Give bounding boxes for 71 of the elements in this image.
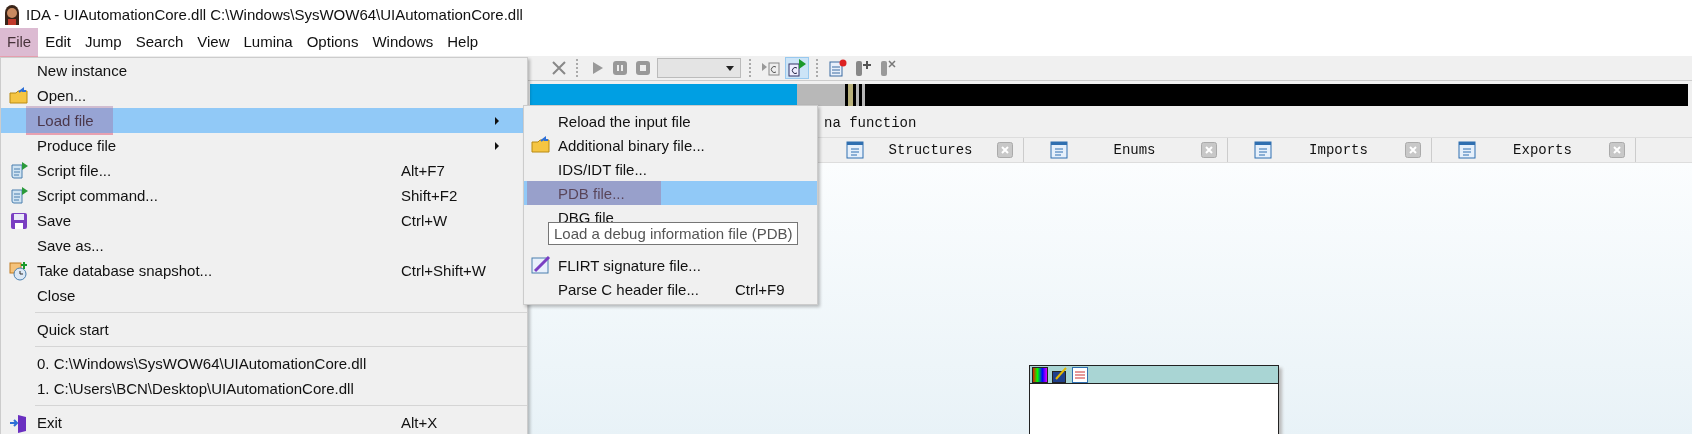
tooltip: Load a debug information file (PDB) [548, 222, 799, 245]
menu-item[interactable]: IDS/IDT file... [524, 157, 817, 181]
shortcut-text: Ctrl+W [401, 212, 449, 229]
menu-item[interactable]: Take database snapshot... Ctrl+Shift+W [1, 258, 527, 283]
menu-bar-item[interactable]: Search [128, 28, 191, 56]
window-title: IDA - UIAutomationCore.dll C:\Windows\SysWOW64\UIAutomationCore.dll [26, 5, 523, 23]
shortcut-text: Ctrl+Shift+W [401, 262, 488, 279]
status-text: na function [824, 115, 917, 131]
submenu-arrow-icon [495, 116, 499, 125]
menu-item[interactable]: Save as... [1, 233, 527, 258]
tab[interactable]: Imports [1228, 138, 1432, 162]
breakpoint-list-icon[interactable] [828, 58, 848, 78]
pen-icon [531, 255, 551, 275]
menu-bar-item[interactable]: Edit [38, 28, 79, 56]
shortcut-text: Alt+X [401, 414, 439, 431]
close-icon[interactable] [550, 59, 568, 77]
menu-item[interactable]: 1. C:\Users\BCN\Desktop\UIAutomationCore.dll [1, 376, 527, 401]
door-icon [9, 412, 29, 433]
close-icon[interactable] [997, 142, 1013, 158]
tab[interactable]: Enums [1024, 138, 1228, 162]
menu-bar-item[interactable]: Lumina [236, 28, 300, 56]
menu-bar-item[interactable]: View [190, 28, 237, 56]
menu-item[interactable]: Exit Alt+X [1, 410, 527, 434]
submenu-arrow-icon [495, 141, 499, 150]
menu-bar-item[interactable]: Options [299, 28, 366, 56]
menu-item[interactable]: Produce file [1, 133, 527, 158]
scroll-icon [9, 185, 29, 206]
shortcut-text: Shift+F2 [401, 187, 459, 204]
close-icon[interactable] [1201, 142, 1217, 158]
menu-item[interactable]: Parse C header file... Ctrl+F9 [524, 277, 817, 301]
add-breakpoint-icon[interactable] [853, 58, 873, 78]
menu-item[interactable]: Script file... Alt+F7 [1, 158, 527, 183]
scroll-icon [9, 160, 29, 181]
annotation-highlight [0, 28, 39, 58]
close-icon[interactable] [1609, 142, 1625, 158]
pause-icon[interactable] [611, 59, 629, 77]
clock-plus-icon [9, 260, 29, 281]
menu-item[interactable]: 0. C:\Windows\SysWOW64\UIAutomationCore.dll [1, 351, 527, 376]
app-logo-icon [2, 3, 22, 25]
edit-icon[interactable] [1052, 367, 1068, 383]
shortcut-text: Alt+F7 [401, 162, 446, 179]
menu-bar-item[interactable]: File [0, 28, 39, 56]
menu-item[interactable]: Reload the input file [524, 109, 817, 133]
menu-item[interactable]: Script command... Shift+F2 [1, 183, 527, 208]
run-icon[interactable] [786, 58, 808, 78]
tab[interactable]: Structures [820, 138, 1024, 162]
navigation-band[interactable] [530, 84, 1688, 106]
tab[interactable]: Exports [1432, 138, 1636, 162]
stop-icon[interactable] [634, 59, 652, 77]
menu-item[interactable]: Quick start [1, 317, 527, 342]
menu-item[interactable]: Save Ctrl+W [1, 208, 527, 233]
close-icon[interactable] [1405, 142, 1421, 158]
menu-item[interactable]: Additional binary file... [524, 133, 817, 157]
window-icon [1458, 141, 1476, 159]
menu-bar-item[interactable]: Windows [365, 28, 441, 56]
folder-icon [9, 86, 29, 105]
menu-bar-item[interactable]: Help [440, 28, 486, 56]
graph-layout-icon[interactable] [1072, 367, 1088, 383]
menu-item[interactable]: Close [1, 283, 527, 308]
graph-node-window[interactable] [1029, 365, 1279, 434]
delete-breakpoint-icon[interactable] [878, 58, 898, 78]
step-icon[interactable] [761, 59, 781, 77]
window-icon [1254, 141, 1272, 159]
window-icon [1050, 141, 1068, 159]
shortcut-text: Ctrl+F9 [735, 280, 786, 298]
color-palette-icon[interactable] [1032, 367, 1048, 383]
window-icon [846, 141, 864, 159]
menu-item[interactable]: FLIRT signature file... [524, 253, 817, 277]
folder-icon [531, 136, 551, 154]
menu-bar-item[interactable]: Jump [78, 28, 129, 56]
dropdown-arrow-icon [726, 65, 734, 71]
